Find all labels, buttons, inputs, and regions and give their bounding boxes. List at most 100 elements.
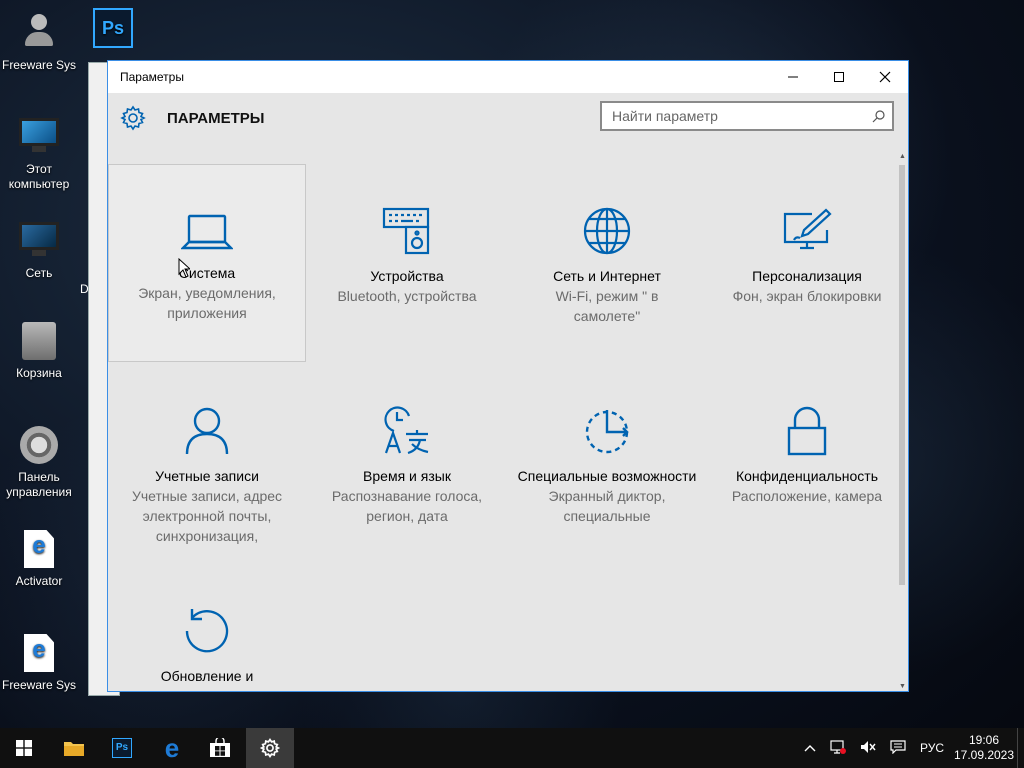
tile-devices[interactable]: Устройства Bluetooth, устройства (308, 164, 506, 362)
accessibility-icon (585, 410, 629, 454)
lock-icon (787, 406, 827, 456)
network-status-icon[interactable] (830, 739, 846, 757)
scroll-down-icon[interactable]: ▼ (899, 683, 906, 691)
desktop-icon-label: Activator (15, 574, 63, 588)
tile-description: Экран, уведомления, приложения (138, 285, 276, 321)
desktop-icon-label: Этот компьютер (8, 162, 70, 191)
tile-description: Wi-Fi, режим " в самолете" (555, 288, 659, 324)
settings-grid: Система Экран, уведомления, приложения У… (108, 151, 898, 691)
desktop-icon-label: Freeware Sys (1, 678, 77, 692)
scrollbar[interactable]: ▲ ▼ (898, 153, 906, 691)
taskbar-file-explorer[interactable] (50, 728, 98, 768)
volume-muted-icon[interactable] (860, 740, 876, 757)
desktop-icon-freeware-sys-1[interactable]: Freeware Sys (0, 10, 78, 73)
minimize-button[interactable] (770, 61, 816, 93)
update-icon (185, 609, 229, 653)
tile-title: Учетные записи (155, 468, 259, 484)
language-indicator[interactable]: РУС (920, 741, 944, 755)
desktop-icon-activator[interactable]: e Activator (0, 530, 78, 589)
photoshop-icon: Ps (112, 738, 132, 758)
tile-title: Конфиденциальность (735, 468, 878, 484)
maximize-icon (834, 72, 844, 82)
start-button[interactable] (0, 728, 48, 768)
personalization-icon (783, 208, 832, 250)
settings-header: ПАРАМЕТРЫ (108, 93, 908, 151)
gear-icon (260, 738, 280, 758)
search-icon[interactable] (872, 109, 886, 123)
desktop-icon-label: Сеть (25, 266, 53, 280)
tile-description: Фон, экран блокировки (732, 288, 882, 304)
page-title: ПАРАМЕТРЫ (167, 110, 265, 127)
tile-time-language[interactable]: Время и язык Распознавание голоса, регио… (308, 364, 506, 562)
laptop-icon (181, 214, 233, 250)
show-desktop-button[interactable] (1017, 728, 1024, 768)
tile-accounts[interactable]: Учетные записи Учетные записи, адрес эле… (108, 364, 306, 562)
recycle-bin-icon (19, 322, 59, 362)
tile-privacy[interactable]: Конфиденциальность Расположение, камера (708, 364, 898, 562)
devices-icon (382, 207, 430, 255)
tile-title: Персонализация (752, 268, 862, 284)
tile-title: Специальные возможности (517, 468, 697, 484)
tile-network-internet[interactable]: Сеть и Интернет Wi-Fi, режим " в самолет… (508, 164, 706, 362)
desktop-icon-freeware-sys-2[interactable]: e Freeware Sys (0, 634, 78, 693)
notifications-icon[interactable] (890, 739, 906, 757)
clock[interactable]: 19:06 17.09.2023 (951, 733, 1017, 763)
clock-date: 17.09.2023 (953, 748, 1015, 762)
mouse-cursor-icon (178, 258, 190, 278)
desktop-icon-label: Панель управления (6, 470, 72, 499)
tile-description: Bluetooth, устройства (337, 288, 477, 304)
user-icon (19, 14, 59, 54)
taskbar-edge[interactable]: e (148, 728, 196, 768)
close-icon (879, 71, 891, 83)
tile-description: Экранный диктор, специальные (548, 488, 666, 524)
desktop-icon-photoshop[interactable]: Ps (78, 8, 148, 52)
title-bar[interactable]: Параметры (108, 61, 908, 93)
maximize-button[interactable] (816, 61, 862, 93)
search-input[interactable] (602, 103, 862, 129)
tile-description: Расположение, камера (731, 488, 883, 504)
gear-icon (120, 105, 146, 131)
scroll-up-icon[interactable]: ▲ (899, 153, 906, 161)
time-language-icon (384, 406, 429, 455)
taskbar: Ps e РУС 19:06 17.09.2023 (0, 728, 1024, 768)
system-tray: РУС 19:06 17.09.2023 (797, 728, 1024, 768)
edge-icon: e (164, 733, 180, 763)
desktop-icon-label: Корзина (16, 366, 62, 380)
minimize-icon (788, 76, 798, 78)
tile-title: Система (178, 265, 236, 281)
globe-icon (583, 207, 631, 255)
tile-title: Сеть и Интернет (553, 268, 661, 284)
search-box[interactable] (600, 101, 894, 131)
tile-title: Обновление и (160, 668, 254, 684)
taskbar-photoshop[interactable]: Ps (98, 728, 146, 768)
photoshop-icon: Ps (93, 8, 133, 48)
tile-description: Учетные записи, адрес электронной почты,… (131, 488, 283, 544)
clock-time: 19:06 (968, 733, 1000, 747)
settings-window: Параметры ПАРАМЕТРЫ Найти параметр Систе… (107, 60, 909, 692)
tile-title: Время и язык (363, 468, 451, 484)
desktop-icon-label: Freeware Sys (1, 58, 77, 72)
window-title: Параметры (120, 70, 184, 84)
taskbar-store[interactable] (196, 728, 244, 768)
account-icon (185, 407, 229, 455)
desktop-icon-control-panel[interactable]: Панель управления (0, 426, 78, 500)
network-icon (19, 222, 59, 262)
edge-file-icon: e (19, 634, 59, 674)
desktop-icon-recycle-bin[interactable]: Корзина (0, 322, 78, 381)
control-panel-icon (19, 426, 59, 466)
tile-update[interactable]: Обновление и (108, 564, 306, 691)
desktop-icon-this-computer[interactable]: Этот компьютер (0, 114, 78, 192)
close-button[interactable] (862, 61, 908, 93)
tile-accessibility[interactable]: Специальные возможности Экранный диктор,… (508, 364, 706, 562)
tile-personalization[interactable]: Персонализация Фон, экран блокировки (708, 164, 898, 362)
tile-description: Распознавание голоса, регион, дата (331, 488, 483, 524)
tile-system[interactable]: Система Экран, уведомления, приложения (108, 164, 306, 362)
windows-logo-icon (16, 740, 32, 756)
desktop-icon-network[interactable]: Сеть (0, 218, 78, 281)
taskbar-settings[interactable] (246, 728, 294, 768)
computer-icon (19, 118, 59, 158)
chevron-up-icon[interactable] (804, 741, 816, 755)
scroll-thumb[interactable] (899, 165, 905, 585)
folder-icon (64, 742, 84, 756)
tile-title: Устройства (370, 268, 444, 284)
